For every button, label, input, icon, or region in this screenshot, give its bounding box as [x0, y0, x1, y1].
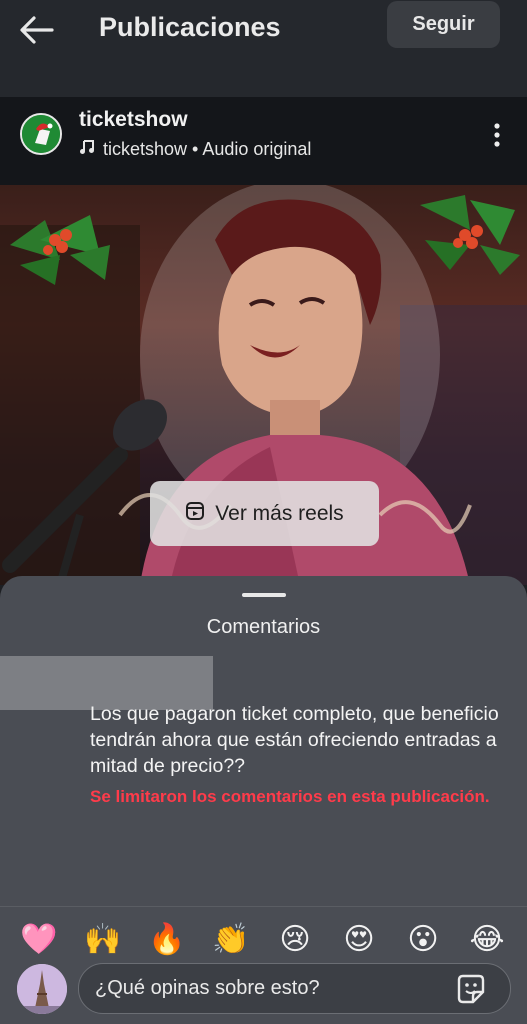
- page-title: Publicaciones: [99, 12, 281, 42]
- comment-input[interactable]: ¿Qué opinas sobre esto?: [78, 963, 511, 1014]
- reels-button-label: Ver más reels: [215, 501, 344, 525]
- top-app-bar: Publicaciones Seguir: [0, 0, 527, 97]
- audio-link[interactable]: ticketshow • Audio original: [79, 139, 311, 160]
- music-note-icon: [79, 139, 95, 160]
- heart-emoji[interactable]: 🩷: [20, 921, 58, 959]
- raised-hands-emoji[interactable]: 🙌: [84, 921, 122, 959]
- audio-label: ticketshow • Audio original: [103, 139, 312, 159]
- reels-icon: [185, 501, 205, 527]
- heart-eyes-emoji[interactable]: 😍: [340, 921, 378, 959]
- drag-handle[interactable]: [242, 593, 286, 597]
- account-avatar[interactable]: [20, 113, 62, 155]
- clapping-emoji[interactable]: 👏: [212, 921, 250, 959]
- user-avatar[interactable]: [17, 964, 67, 1014]
- emoji-reaction-bar: 🩷 🙌 🔥 👏 😢 😍 😮 😂: [0, 906, 527, 966]
- back-arrow-icon[interactable]: [18, 12, 58, 48]
- follow-button[interactable]: Seguir: [387, 1, 500, 48]
- sticker-icon[interactable]: [455, 974, 487, 1004]
- post-username[interactable]: ticketshow: [79, 108, 188, 132]
- more-options-icon[interactable]: [484, 121, 510, 149]
- comment-input-placeholder: ¿Qué opinas sobre esto?: [95, 977, 320, 999]
- fire-emoji[interactable]: 🔥: [148, 921, 186, 959]
- laughing-emoji[interactable]: 😂: [468, 921, 506, 959]
- post-header: ticketshow ticketshow • Audio original: [0, 97, 527, 185]
- view-more-reels-button[interactable]: Ver más reels: [150, 481, 379, 546]
- comments-title: Comentarios: [206, 616, 321, 638]
- restricted-comments-notice: Se limitaron los comentarios en esta pub…: [90, 787, 490, 806]
- surprised-emoji[interactable]: 😮: [404, 921, 442, 959]
- comment-text: Los que pagaron ticket completo, que ben…: [90, 703, 499, 777]
- crying-emoji[interactable]: 😢: [276, 921, 314, 959]
